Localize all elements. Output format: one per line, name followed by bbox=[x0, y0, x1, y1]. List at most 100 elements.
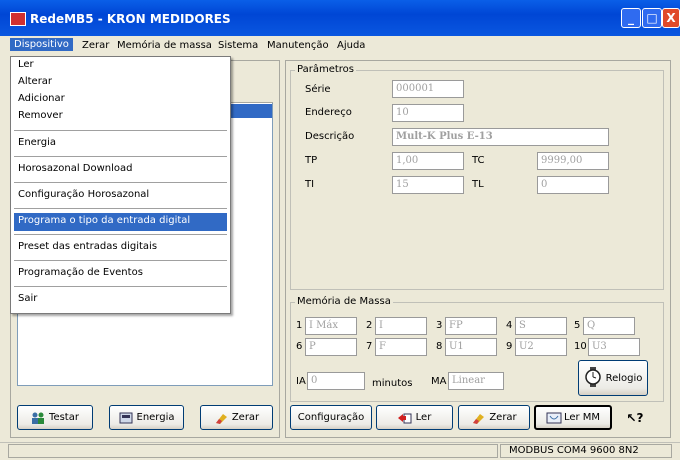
menu-separator bbox=[14, 156, 227, 157]
testar-label: Testar bbox=[49, 412, 79, 423]
menu-memoria-de-massa[interactable]: Memória de massa bbox=[117, 40, 212, 54]
channel-number: 7 bbox=[366, 341, 373, 352]
channel-field[interactable]: FP bbox=[445, 317, 497, 335]
menu-item-energia[interactable]: Energia bbox=[18, 137, 56, 148]
menu-item-configuracao-horosazonal[interactable]: Configuração Horosazonal bbox=[18, 189, 149, 200]
maximize-icon: □ bbox=[646, 11, 658, 25]
menu-zerar[interactable]: Zerar bbox=[82, 40, 109, 54]
endereco-label: Endereço bbox=[305, 107, 352, 118]
tc-label: TC bbox=[472, 155, 485, 166]
menu-sistema[interactable]: Sistema bbox=[218, 40, 258, 54]
tp-field[interactable]: 1,00 bbox=[392, 152, 464, 170]
bottom-zerar-button[interactable]: Zerar bbox=[458, 405, 530, 430]
menu-separator bbox=[14, 208, 227, 209]
serie-label: Série bbox=[305, 84, 331, 95]
eraser-icon bbox=[471, 412, 485, 424]
help-icon: ? bbox=[636, 411, 644, 425]
menu-item-programacao-eventos[interactable]: Programação de Eventos bbox=[18, 267, 143, 278]
channel-number: 4 bbox=[506, 320, 513, 331]
tl-label: TL bbox=[472, 179, 484, 190]
channel-number: 10 bbox=[574, 341, 587, 352]
parametros-title: Parâmetros bbox=[295, 64, 356, 75]
ia-label: IA bbox=[296, 376, 306, 387]
close-button[interactable]: X bbox=[662, 8, 680, 28]
eraser-icon bbox=[214, 412, 228, 424]
people-icon bbox=[31, 412, 45, 424]
channel-field[interactable]: U3 bbox=[588, 338, 640, 356]
ma-field[interactable]: Linear bbox=[448, 372, 504, 390]
ti-field[interactable]: 15 bbox=[392, 176, 464, 194]
energia-button[interactable]: Energia bbox=[109, 405, 184, 430]
bottom-zerar-label: Zerar bbox=[489, 412, 517, 423]
endereco-field[interactable]: 10 bbox=[392, 104, 464, 122]
channel-number: 3 bbox=[436, 320, 443, 331]
menu-item-programa-entrada-digital[interactable]: Programa o tipo da entrada digital bbox=[18, 215, 190, 226]
channel-field[interactable]: I Máx bbox=[305, 317, 357, 335]
tp-label: TP bbox=[305, 155, 318, 166]
clock-icon bbox=[584, 366, 602, 390]
menu-item-sair[interactable]: Sair bbox=[18, 293, 37, 304]
left-zerar-label: Zerar bbox=[231, 412, 260, 423]
testar-button[interactable]: Testar bbox=[17, 405, 93, 430]
menu-item-horosazonal-download[interactable]: Horosazonal Download bbox=[18, 163, 132, 174]
configuracao-label: Configuração bbox=[297, 412, 365, 423]
menu-item-alterar[interactable]: Alterar bbox=[18, 76, 52, 87]
channel-field[interactable]: F bbox=[375, 338, 427, 356]
help-button[interactable]: ↖? bbox=[620, 408, 650, 428]
window-title: RedeMB5 - KRON MEDIDORES bbox=[30, 12, 231, 26]
menu-item-preset-entradas-digitais[interactable]: Preset das entradas digitais bbox=[18, 241, 157, 252]
minimize-icon: _ bbox=[628, 11, 634, 25]
download-icon bbox=[546, 412, 562, 424]
channel-field[interactable]: U2 bbox=[515, 338, 567, 356]
channel-number: 9 bbox=[506, 341, 513, 352]
ler-button[interactable]: Ler bbox=[376, 405, 453, 430]
pointer-icon: ↖ bbox=[626, 411, 637, 425]
tl-field[interactable]: 0 bbox=[537, 176, 609, 194]
menu-ajuda[interactable]: Ajuda bbox=[337, 40, 365, 54]
energia-label: Energia bbox=[136, 412, 175, 423]
memoria-title: Memória de Massa bbox=[295, 296, 393, 307]
channel-number: 1 bbox=[296, 320, 303, 331]
status-connection: MODBUS COM4 9600 8N2 bbox=[500, 444, 672, 458]
channel-number: 2 bbox=[366, 320, 373, 331]
menu-separator bbox=[14, 260, 227, 261]
ma-label: MA bbox=[431, 376, 447, 387]
serie-field[interactable]: 000001 bbox=[392, 80, 464, 98]
maximize-button[interactable]: □ bbox=[642, 8, 662, 28]
menu-item-ler[interactable]: Ler bbox=[18, 59, 34, 70]
menu-item-remover[interactable]: Remover bbox=[18, 110, 63, 121]
menu-dispositivo[interactable]: Dispositivo bbox=[10, 38, 73, 51]
descricao-field[interactable]: Mult-K Plus E-13 bbox=[392, 128, 609, 146]
channel-number: 5 bbox=[574, 320, 581, 331]
ti-label: TI bbox=[305, 179, 315, 190]
configuracao-button[interactable]: Configuração bbox=[290, 405, 372, 430]
menu-item-adicionar[interactable]: Adicionar bbox=[18, 93, 65, 104]
ler-label: Ler bbox=[415, 412, 432, 423]
relogio-label: Relogio bbox=[605, 372, 643, 384]
close-icon: X bbox=[666, 11, 676, 25]
menu-separator bbox=[14, 182, 227, 183]
tc-field[interactable]: 9999,00 bbox=[537, 152, 609, 170]
ler-mm-button[interactable]: Ler MM bbox=[534, 405, 612, 430]
menu-separator bbox=[14, 286, 227, 287]
channel-field[interactable]: I bbox=[375, 317, 427, 335]
ia-field[interactable]: 0 bbox=[307, 372, 365, 390]
status-cell-main bbox=[8, 444, 498, 458]
channel-number: 6 bbox=[296, 341, 303, 352]
menu-separator bbox=[14, 130, 227, 131]
channel-field[interactable]: P bbox=[305, 338, 357, 356]
dispositivo-dropdown: Ler Alterar Adicionar Remover Energia Ho… bbox=[10, 56, 231, 314]
channel-field[interactable]: S bbox=[515, 317, 567, 335]
descricao-label: Descrição bbox=[305, 131, 355, 142]
read-arrow-icon bbox=[397, 412, 412, 424]
app-icon[interactable] bbox=[10, 12, 26, 26]
menu-separator bbox=[14, 234, 227, 235]
menu-manutencao[interactable]: Manutenção bbox=[267, 40, 329, 54]
minimize-button[interactable]: _ bbox=[621, 8, 641, 28]
minutos-label: minutos bbox=[372, 378, 413, 389]
ler-mm-label: Ler MM bbox=[563, 412, 601, 423]
left-zerar-button[interactable]: Zerar bbox=[200, 405, 273, 430]
channel-field[interactable]: U1 bbox=[445, 338, 497, 356]
channel-field[interactable]: Q bbox=[583, 317, 635, 335]
relogio-button[interactable]: Relogio bbox=[578, 360, 648, 396]
